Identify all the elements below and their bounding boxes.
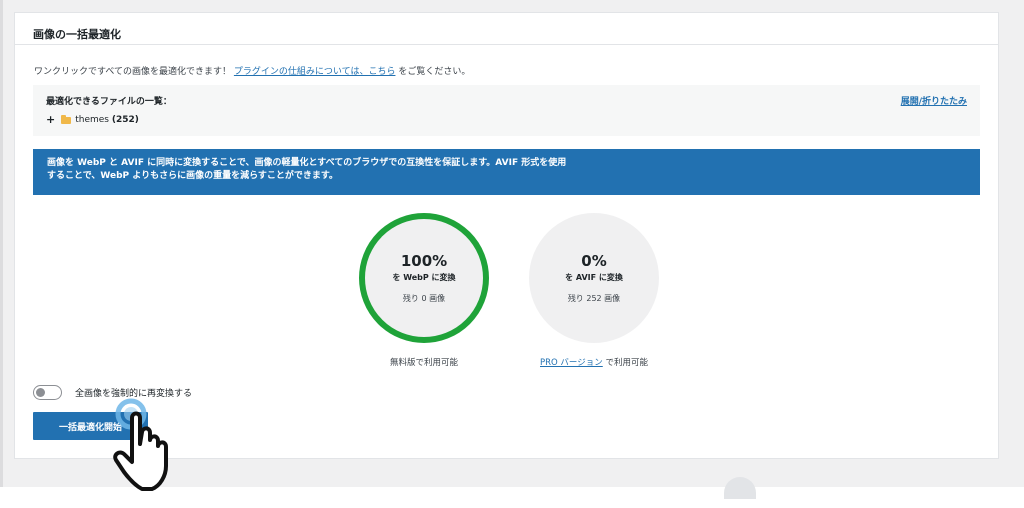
webp-label: を WebP に変換	[392, 273, 456, 282]
avif-remaining: 残り 252 画像	[567, 294, 621, 303]
tree-item-name: themes	[75, 114, 109, 125]
force-reconvert-toggle[interactable]	[33, 385, 62, 400]
tree-item-count: (252)	[111, 114, 139, 125]
panel-header: 画像の一括最適化	[15, 13, 998, 45]
pro-version-link[interactable]: PRO バージョン	[540, 358, 603, 368]
panel-title: 画像の一括最適化	[33, 28, 121, 41]
avif-stat: 0% を AVIF に変換 残り 252 画像 PRO バージョン で利用可能	[529, 213, 659, 368]
admin-left-edge	[0, 0, 3, 487]
tree-item-label: themes (252)	[75, 115, 139, 125]
how-it-works-link[interactable]: プラグインの仕組みについては、こちら	[234, 67, 396, 77]
webp-stat: 100% を WebP に変換 残り 0 画像 無料版で利用可能	[359, 213, 489, 368]
expand-plus-icon[interactable]: +	[46, 113, 55, 126]
info-banner-line-2: することで、WebP よりもさらに画像の重量を減らすことができます。	[47, 171, 338, 181]
avif-percent: 0%	[581, 252, 607, 270]
intro-text-after: をご覧ください。	[398, 67, 471, 77]
folder-icon	[61, 114, 72, 124]
webp-availability: 無料版で利用可能	[389, 358, 458, 368]
avif-availability: PRO バージョン で利用可能	[529, 356, 659, 368]
tree-item-themes[interactable]: + themes (252)	[46, 113, 139, 126]
webp-percent: 100%	[400, 252, 448, 270]
intro-text-before: ワンクリックですべての画像を最適化できます！	[34, 67, 232, 77]
file-list-title: 最適化できるファイルの一覧：	[46, 97, 172, 107]
expand-collapse-link[interactable]: 展開/折りたたみ	[901, 94, 967, 107]
info-banner: 画像を WebP と AVIF に同時に変換することで、画像の軽量化とすべてのブ…	[33, 149, 980, 195]
avif-label: を AVIF に変換	[565, 273, 623, 282]
webp-remaining: 残り 0 画像	[402, 294, 446, 303]
intro-text: ワンクリックですべての画像を最適化できます！ プラグインの仕組みについては、こち…	[34, 64, 470, 77]
webp-progress-circle: 100% を WebP に変換 残り 0 画像	[359, 213, 489, 343]
file-list-box: 最適化できるファイルの一覧： 展開/折りたたみ + themes (252)	[33, 85, 980, 136]
avif-progress-circle: 0% を AVIF に変換 残り 252 画像	[529, 213, 659, 343]
bulk-optimization-panel: 画像の一括最適化 ワンクリックですべての画像を最適化できます！ プラグインの仕組…	[14, 12, 999, 459]
avif-availability-text: で利用可能	[605, 358, 648, 368]
info-banner-line-1: 画像を WebP と AVIF に同時に変換することで、画像の軽量化とすべてのブ…	[47, 158, 567, 168]
hand-pointer-icon	[113, 398, 168, 491]
